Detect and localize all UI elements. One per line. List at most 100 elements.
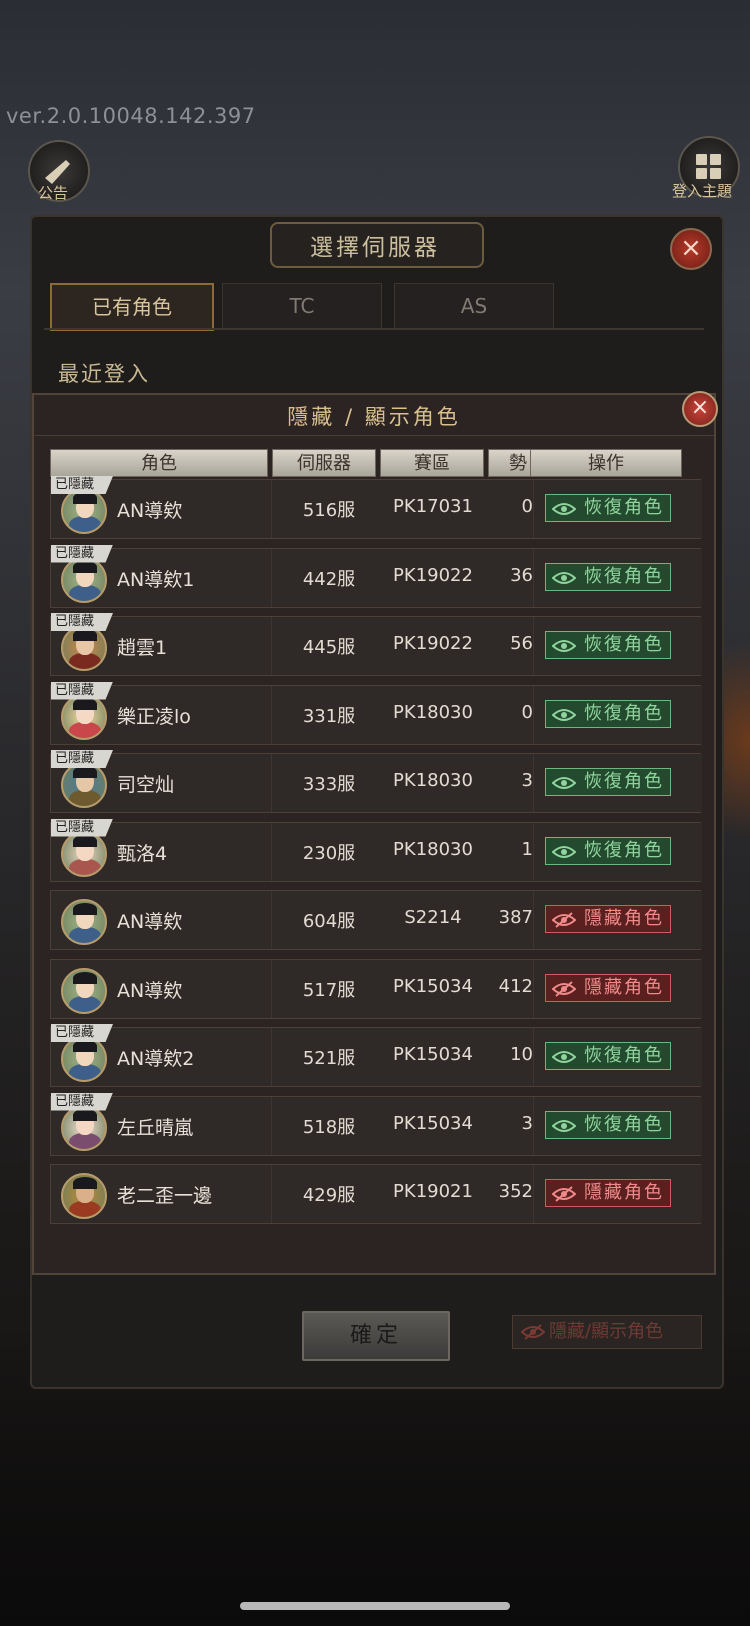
restore-role-button[interactable]: 恢復角色 (545, 562, 671, 591)
action-label: 恢復角色 (584, 497, 664, 518)
role-region: S2214 (404, 907, 462, 928)
confirm-button[interactable]: 確定 (302, 1311, 450, 1361)
row-divider (271, 891, 272, 949)
eye-icon (552, 640, 576, 652)
tab-as[interactable]: AS (394, 283, 554, 329)
role-power: 3 (521, 1112, 533, 1134)
role-region: PK15034 (393, 1112, 473, 1134)
table-row: 已隱藏 甄洛4 230服 PK18030 1 恢復角色 (50, 818, 702, 882)
restore-role-button[interactable]: 恢復角色 (545, 1110, 671, 1139)
avatar (61, 762, 107, 808)
table-row: 已隱藏 AN導欸 516服 PK17031 0 恢復角色 (50, 476, 702, 539)
row-divider (271, 685, 272, 744)
column-region: 賽區 (380, 449, 484, 477)
close-icon[interactable]: × (670, 228, 712, 270)
hidden-badge: 已隱藏 (51, 476, 113, 494)
role-name: 甄洛4 (117, 842, 168, 865)
hide-role-button[interactable]: 隱藏角色 (545, 1179, 671, 1207)
role-server: 442服 (302, 568, 356, 590)
hidden-badge: 已隱藏 (51, 750, 113, 768)
eye-slash-icon (552, 912, 576, 928)
row-divider (271, 822, 272, 881)
avatar (61, 967, 107, 1014)
role-power: 0 (521, 701, 533, 723)
tab-tc[interactable]: TC (222, 283, 382, 329)
action-label: 恢復角色 (584, 634, 664, 655)
avatar (61, 1036, 107, 1082)
role-power: 56 (510, 633, 533, 654)
role-name: 左丘晴嵐 (117, 1116, 194, 1139)
avatar (61, 830, 107, 877)
restore-role-button[interactable]: 恢復角色 (545, 768, 671, 796)
role-server: 604服 (302, 911, 356, 932)
eye-icon (552, 708, 576, 721)
hide-role-button[interactable]: 隱藏角色 (545, 905, 671, 933)
table-row: AN導欸 517服 PK15034 412 隱藏角色 (50, 958, 702, 1019)
login-theme-label: 登入主題 (672, 182, 733, 200)
row-divider (271, 617, 272, 675)
role-power: 387 (498, 907, 533, 928)
action-label: 隱藏角色 (584, 1182, 664, 1203)
action-label: 恢復角色 (584, 1045, 664, 1066)
eye-slash-icon (521, 1324, 545, 1340)
role-server: 517服 (302, 979, 356, 1001)
row-divider (271, 1096, 272, 1155)
hidden-badge: 已隱藏 (51, 1092, 113, 1111)
role-power: 1 (521, 838, 533, 860)
role-server: 445服 (302, 637, 356, 658)
modal-title: 隱藏 / 顯示角色 (287, 405, 461, 429)
hidden-badge: 已隱藏 (51, 1024, 113, 1042)
eye-icon (552, 845, 576, 858)
eye-slash-icon (552, 980, 576, 997)
hide-show-roles-modal: 隱藏 / 顯示角色 × 角色 伺服器 賽區 勢力 操作 已隱藏 AN導欸 516… (32, 391, 718, 1275)
action-label: 恢復角色 (584, 1113, 664, 1135)
role-region: PK18030 (393, 838, 473, 860)
restore-role-button[interactable]: 恢復角色 (545, 836, 671, 865)
avatar (61, 625, 107, 671)
hide-show-roles-button[interactable]: 隱藏/顯示角色 (512, 1315, 702, 1349)
row-divider (271, 480, 272, 538)
role-power: 0 (521, 496, 533, 517)
role-name: 樂正凌lo (117, 705, 191, 728)
hide-role-button[interactable]: 隱藏角色 (545, 973, 671, 1002)
eye-icon (552, 1119, 576, 1132)
role-power: 3 (521, 770, 533, 791)
role-name: AN導欸 (117, 979, 183, 1002)
restore-role-button[interactable]: 恢復角色 (545, 1042, 671, 1070)
role-name: AN導欸2 (117, 1048, 195, 1070)
role-region: PK18030 (393, 701, 473, 723)
row-divider (271, 1028, 272, 1086)
hidden-badge: 已隱藏 (51, 613, 113, 631)
restore-role-button[interactable]: 恢復角色 (545, 631, 671, 659)
server-select-title: 選擇伺服器 (310, 235, 440, 261)
restore-role-button[interactable]: 恢復角色 (545, 699, 671, 728)
restore-role-button[interactable]: 恢復角色 (545, 494, 671, 522)
action-label: 恢復角色 (584, 771, 664, 792)
column-server: 伺服器 (272, 449, 376, 477)
table-row: 已隱藏 趙雲1 445服 PK19022 56 恢復角色 (50, 613, 702, 676)
role-server: 516服 (302, 500, 356, 521)
role-server: 331服 (302, 705, 356, 727)
tab-existing-roles[interactable]: 已有角色 (50, 283, 214, 331)
role-name: 趙雲1 (117, 637, 168, 659)
home-indicator[interactable] (240, 1602, 510, 1610)
table-row: 已隱藏 樂正凌lo 331服 PK18030 0 恢復角色 (50, 681, 702, 745)
role-region: PK18030 (393, 770, 473, 791)
role-name: 老二歪一邊 (117, 1185, 213, 1207)
role-server: 230服 (302, 842, 356, 864)
table-row: AN導欸 604服 S2214 387 隱藏角色 (50, 890, 702, 950)
avatar (61, 488, 107, 534)
role-region: PK15034 (393, 1044, 473, 1065)
action-label: 隱藏角色 (584, 908, 664, 929)
role-power: 412 (498, 975, 533, 997)
modal-close-icon[interactable]: × (682, 391, 718, 427)
avatar (61, 693, 107, 740)
row-divider (271, 754, 272, 812)
avatar (61, 556, 107, 603)
tab-divider (44, 328, 704, 330)
row-divider (271, 548, 272, 607)
role-server: 429服 (302, 1185, 356, 1206)
column-action: 操作 (530, 449, 682, 477)
eye-icon (552, 503, 576, 515)
role-name: 司空灿 (117, 774, 175, 796)
